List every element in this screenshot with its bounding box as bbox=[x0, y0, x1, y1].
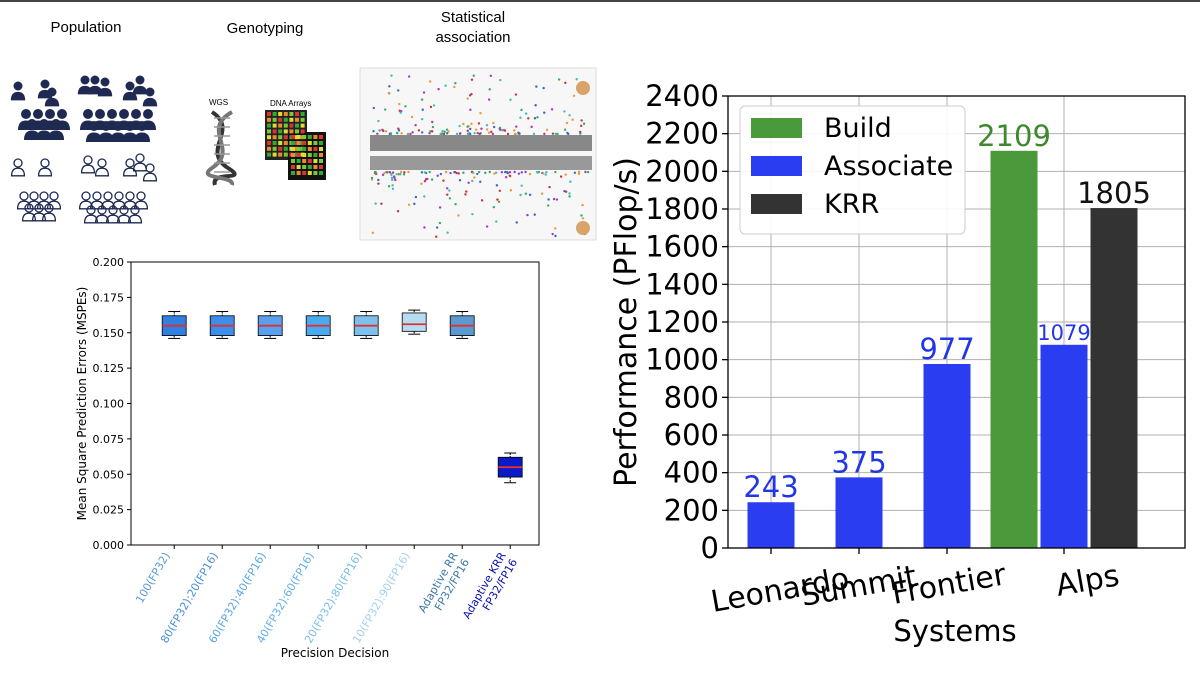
bar-data-label-5: 1805 bbox=[1077, 176, 1151, 210]
bar-xtick-label-3: Alps bbox=[1053, 558, 1122, 604]
bar-data-label-1: 375 bbox=[831, 445, 886, 479]
bar-ytick-label-9: 1800 bbox=[645, 192, 719, 226]
bar-legend-swatch-2 bbox=[751, 194, 802, 214]
bar-ytick-label-2: 400 bbox=[664, 456, 719, 490]
bar-legend-label-1: Associate bbox=[824, 151, 953, 182]
bar-ytick-label-5: 1000 bbox=[645, 343, 719, 377]
performance-bar-chart: 0 200400 600 8001000 1200 14001600 1800 2000220… bbox=[609, 79, 1186, 648]
bar-ytick-label-4: 800 bbox=[664, 380, 719, 414]
bar-data-label-2: 977 bbox=[919, 332, 974, 366]
bar-data-label-4: 1079 bbox=[1037, 321, 1090, 345]
bar-ytick-label-6: 1200 bbox=[645, 305, 719, 339]
bar-legend-swatch-1 bbox=[751, 156, 802, 176]
bar-legend: Build Associate KRR bbox=[739, 105, 966, 235]
bar-legend-label-0: Build bbox=[824, 113, 892, 144]
bar-legend-label-2: KRR bbox=[824, 189, 879, 220]
bar-data-label-3: 2109 bbox=[977, 119, 1051, 153]
bar-associate-alps bbox=[1040, 344, 1088, 548]
bar-associate-leonardo bbox=[747, 502, 795, 548]
bar-krr-alps bbox=[1090, 208, 1138, 548]
bar-ytick-label-7: 1400 bbox=[645, 267, 719, 301]
bar-associate-frontier bbox=[923, 363, 971, 548]
bar-ytick-label-0: 0 bbox=[701, 531, 719, 565]
bar-ytick-label-8: 1600 bbox=[645, 230, 719, 264]
bar-ytick-label-3: 600 bbox=[664, 418, 719, 452]
bar-ytick-label-12: 2400 bbox=[645, 79, 719, 113]
bar-ytick-label-10: 2000 bbox=[645, 154, 719, 188]
bar-legend-swatch-0 bbox=[751, 118, 802, 138]
bar-ytick-label-1: 200 bbox=[664, 493, 719, 527]
bar-xlabel: Systems bbox=[893, 614, 1016, 648]
bar-data-label-0: 243 bbox=[743, 470, 798, 504]
bar-ylabel: Performance (PFlop/s) bbox=[609, 157, 644, 487]
bar-ytick-label-11: 2200 bbox=[645, 117, 719, 151]
bar-associate-summit bbox=[835, 477, 883, 548]
bar-build-alps bbox=[990, 150, 1038, 548]
